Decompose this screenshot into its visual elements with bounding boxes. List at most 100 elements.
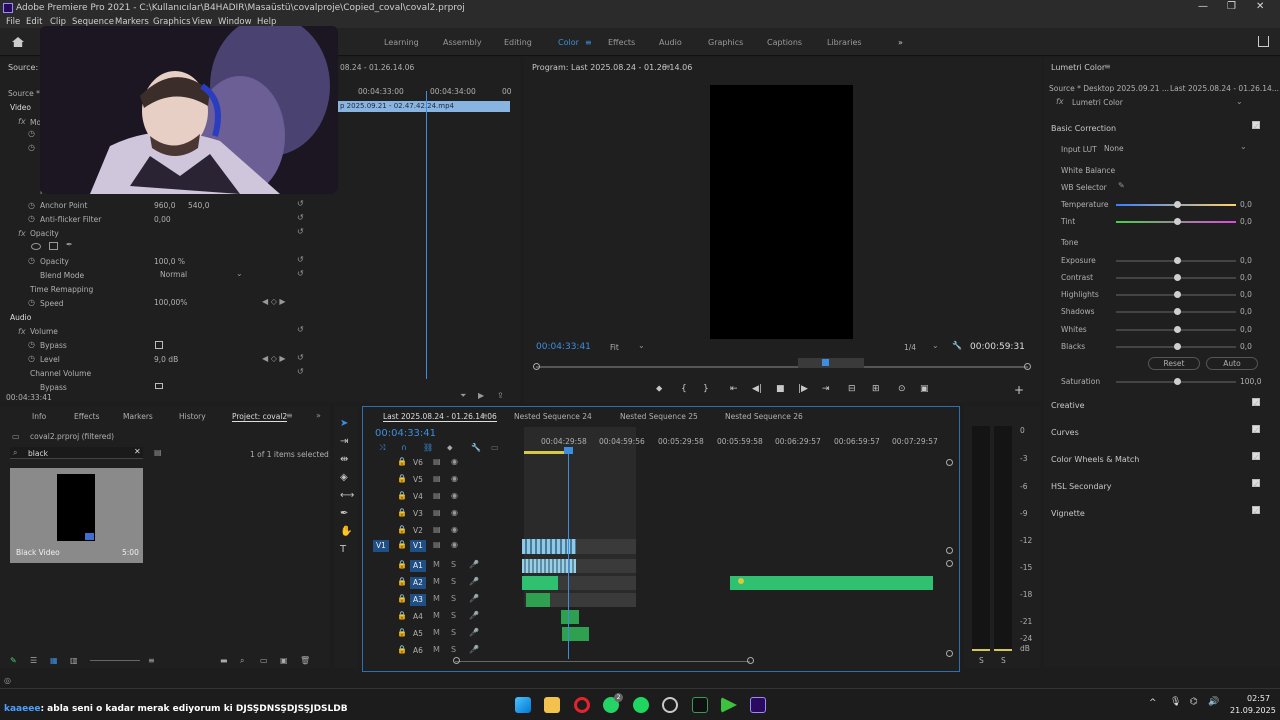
sync-lock-icon[interactable]: ▤	[433, 540, 441, 549]
lumetri-title[interactable]: Lumetri Color	[1051, 63, 1105, 72]
zoom-range-bar[interactable]	[798, 358, 864, 368]
menu-edit[interactable]: Edit	[26, 17, 42, 27]
solo-button[interactable]: S	[451, 628, 456, 637]
mark-in-icon[interactable]: {	[681, 384, 687, 394]
sync-lock-icon[interactable]: ▤	[433, 525, 441, 534]
tint-slider[interactable]	[1116, 218, 1236, 225]
scrollbar-handle[interactable]	[747, 657, 754, 664]
workspace-more-icon[interactable]: »	[898, 38, 903, 47]
timeline-tab-last[interactable]: Last 2025.08.24 - 01.26.14.06	[383, 412, 497, 422]
tab-effects[interactable]: Effects	[74, 412, 100, 421]
lock-icon[interactable]: 🔒	[397, 508, 407, 517]
level-value[interactable]: 9,0 dB	[154, 355, 178, 364]
panel-menu-icon[interactable]: ≡	[286, 411, 293, 420]
go-to-in-icon[interactable]: ⇤	[730, 384, 738, 394]
anti-flicker-value[interactable]: 0,00	[154, 215, 171, 224]
workspace-effects[interactable]: Effects	[608, 38, 635, 47]
taskbar-date[interactable]: 21.09.2025	[1230, 706, 1276, 715]
temperature-slider[interactable]	[1116, 201, 1236, 208]
solo-left-button[interactable]: S	[979, 656, 984, 665]
solo-button[interactable]: S	[451, 594, 456, 603]
reset-icon[interactable]: ↺	[297, 367, 304, 376]
track-header-v6[interactable]: 🔒 V6 ▤ ◉	[393, 457, 513, 471]
add-marker-icon[interactable]: ⬥	[656, 384, 662, 394]
tab-info[interactable]: Info	[32, 412, 46, 421]
premiere-taskbar-icon[interactable]	[750, 697, 766, 713]
workspace-learning[interactable]: Learning	[384, 38, 419, 47]
scrollbar-handle[interactable]	[946, 459, 953, 466]
hand-tool-icon[interactable]: ✋	[340, 526, 352, 537]
lock-icon[interactable]: 🔒	[397, 594, 407, 603]
workspace-audio[interactable]: Audio	[659, 38, 682, 47]
workspace-graphics[interactable]: Graphics	[708, 38, 743, 47]
stop-icon[interactable]: ■	[776, 384, 785, 394]
audio-clip-a4[interactable]	[561, 610, 579, 624]
source-patch-v1[interactable]: V1	[373, 540, 389, 552]
workspace-assembly[interactable]: Assembly	[443, 38, 482, 47]
track-header-v1[interactable]: 🔒 V1 ▤ ◉	[393, 540, 513, 554]
solo-button[interactable]: S	[451, 611, 456, 620]
export-icon[interactable]: ⇪	[497, 391, 504, 400]
ellipse-mask-icon[interactable]	[31, 243, 41, 250]
share-icon[interactable]	[1258, 36, 1269, 47]
home-icon[interactable]	[12, 37, 24, 47]
network-tray-icon[interactable]: ⌬	[1190, 697, 1198, 707]
minimize-button[interactable]: —	[1198, 1, 1208, 12]
menu-file[interactable]: File	[6, 17, 20, 27]
workspace-editing[interactable]: Editing	[504, 38, 532, 47]
source-playhead[interactable]	[426, 91, 427, 379]
vignette-header[interactable]: Vignette	[1051, 509, 1085, 518]
panel-menu-icon[interactable]: ≡	[1104, 62, 1111, 71]
step-back-icon[interactable]: ◀|	[752, 384, 762, 394]
reset-icon[interactable]: ↺	[297, 227, 304, 236]
lock-icon[interactable]: 🔒	[397, 474, 407, 483]
new-bin-from-search-icon[interactable]: ▤	[154, 448, 162, 457]
step-forward-icon[interactable]: |▶	[798, 384, 808, 394]
opera-icon[interactable]	[574, 697, 590, 713]
scrollbar-handle[interactable]	[453, 657, 460, 664]
playhead-marker-icon[interactable]	[822, 359, 829, 366]
track-header-a2[interactable]: 🔒 A2 M S 🎤	[393, 577, 513, 591]
lumetri-effect-label[interactable]: Lumetri Color	[1072, 98, 1123, 107]
stopwatch-icon[interactable]: ◷	[28, 256, 35, 265]
timeline-tab-nested-24[interactable]: Nested Sequence 24	[514, 412, 592, 421]
list-view-icon[interactable]: ☰	[30, 656, 37, 665]
audio-clip-a5[interactable]	[562, 627, 589, 641]
mic-icon[interactable]: 🎤	[469, 645, 479, 654]
blacks-slider[interactable]	[1116, 343, 1236, 350]
file-explorer-icon[interactable]	[544, 697, 560, 713]
eye-icon[interactable]: ◉	[451, 540, 458, 549]
scrollbar-handle[interactable]	[946, 560, 953, 567]
workspace-libraries[interactable]: Libraries	[827, 38, 862, 47]
mic-icon[interactable]: 🎤	[469, 560, 479, 569]
tone-header[interactable]: Tone	[1061, 238, 1078, 247]
workspace-color[interactable]: Color	[558, 38, 579, 47]
more-panels-icon[interactable]: »	[316, 411, 321, 420]
panel-menu-icon[interactable]: ≡	[664, 62, 671, 71]
lumetri-sequence-label[interactable]: Last 2025.08.24 - 01.26.14...	[1170, 84, 1279, 93]
hsl-secondary-checkbox[interactable]: ✓	[1252, 479, 1260, 489]
audio-clip-a1-gray[interactable]	[576, 559, 636, 573]
eyedropper-icon[interactable]: ✎	[1118, 181, 1125, 190]
reset-icon[interactable]: ↺	[297, 353, 304, 362]
color-wheels-header[interactable]: Color Wheels & Match	[1051, 455, 1139, 464]
stopwatch-icon[interactable]: ◷	[28, 129, 35, 138]
scrollbar-handle[interactable]	[946, 650, 953, 657]
mute-button[interactable]: M	[433, 645, 440, 654]
anchor-y-value[interactable]: 540,0	[188, 201, 209, 210]
sort-icon[interactable]: ≡	[148, 656, 155, 665]
scrub-end-handle[interactable]	[1024, 363, 1031, 370]
selection-tool-icon[interactable]: ➤	[340, 418, 348, 429]
timeline-settings-icon[interactable]: 🔧	[471, 443, 481, 452]
pen-mask-icon[interactable]: ✒	[66, 240, 73, 249]
exposure-value[interactable]: 0,0	[1240, 256, 1252, 265]
solo-button[interactable]: S	[451, 645, 456, 654]
sync-lock-icon[interactable]: ▤	[433, 457, 441, 466]
stopwatch-icon[interactable]: ◷	[28, 143, 35, 152]
track-header-a4[interactable]: 🔒 A4 M S 🎤	[393, 611, 513, 625]
new-bin-icon[interactable]: ▭	[260, 656, 268, 665]
mute-button[interactable]: M	[433, 560, 440, 569]
lock-icon[interactable]: 🔒	[397, 457, 407, 466]
creative-checkbox[interactable]: ✓	[1252, 398, 1260, 408]
contrast-value[interactable]: 0,0	[1240, 273, 1252, 282]
